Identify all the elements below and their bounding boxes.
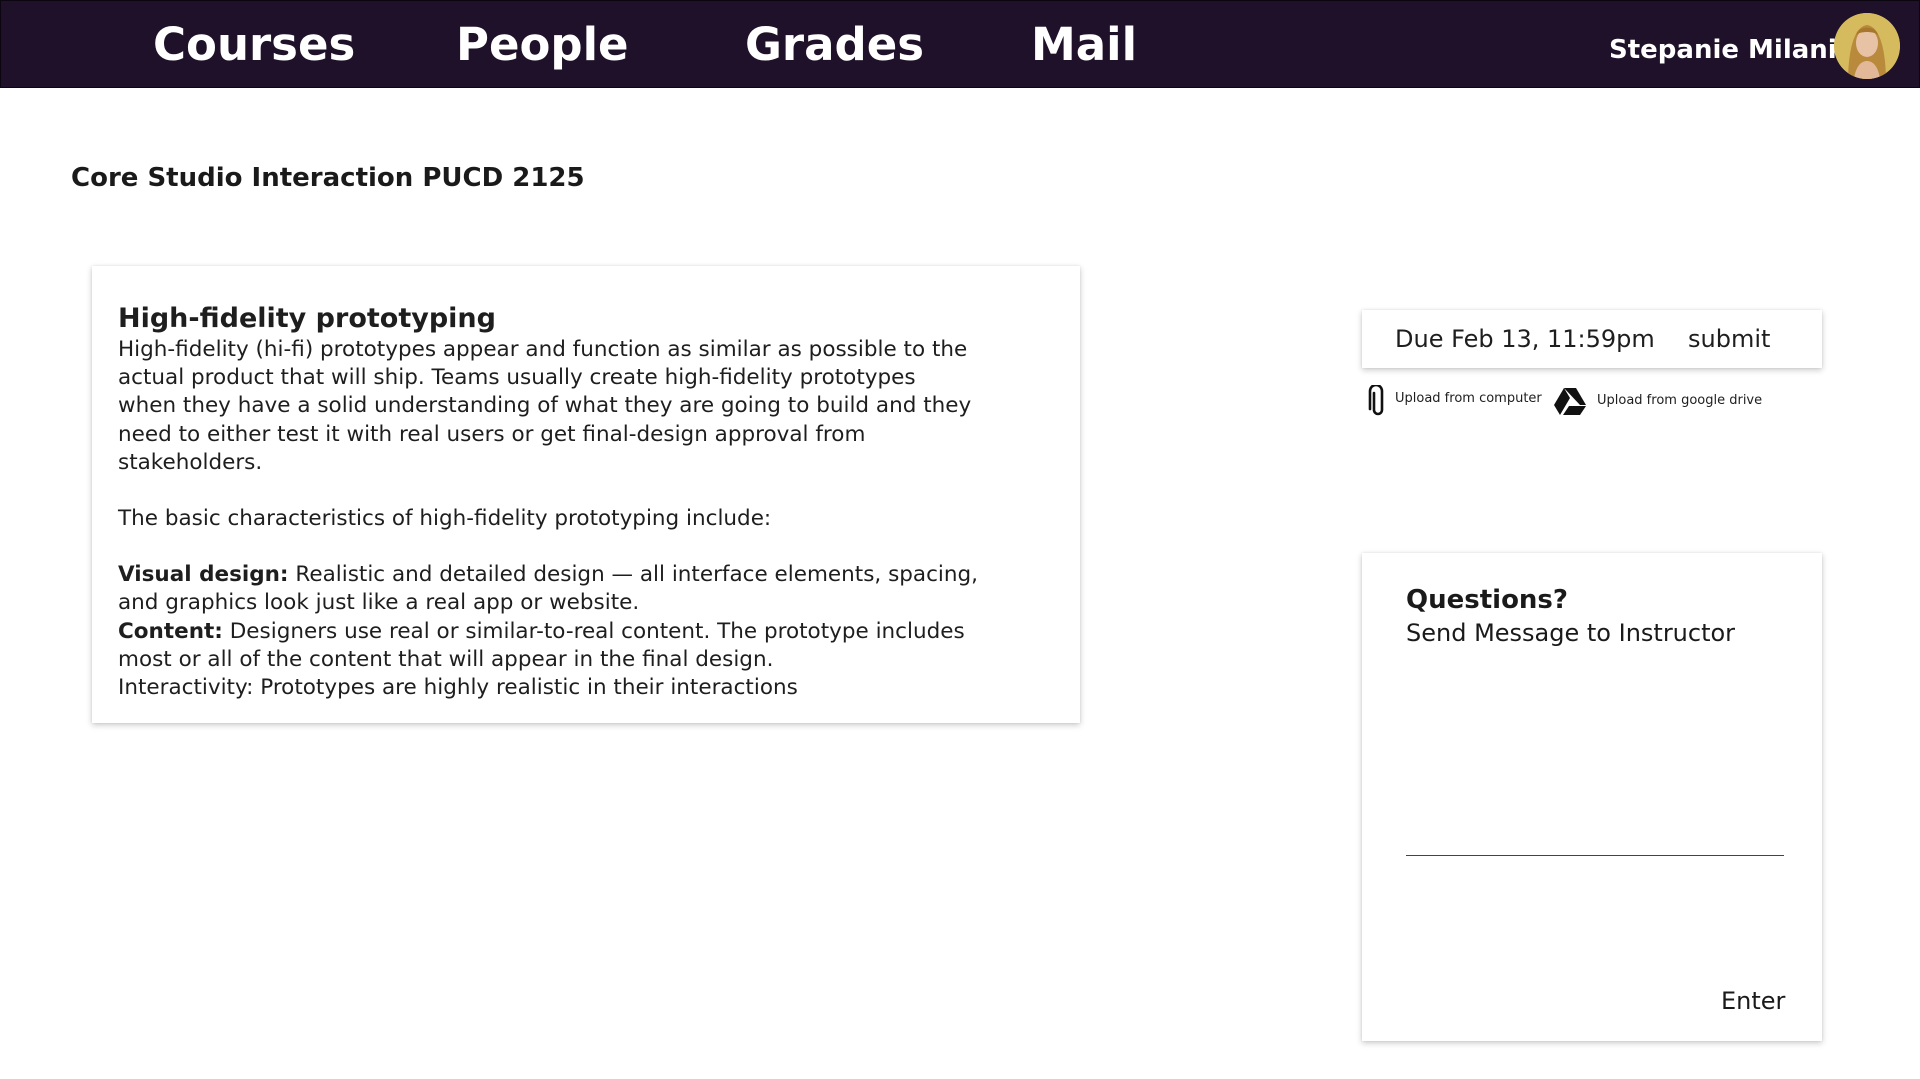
interactivity-paragraph: Interactivity: Prototypes are highly rea…: [118, 675, 798, 701]
lesson-intro: High-fidelity (hi-fi) prototypes appear …: [118, 337, 972, 475]
nav-item-people[interactable]: People: [456, 15, 629, 75]
upload-from-google-drive-button[interactable]: Upload from google drive: [1553, 386, 1763, 418]
user-name[interactable]: Stepanie Milani: [1609, 33, 1837, 67]
visual-design-label: Visual design:: [118, 562, 289, 588]
questions-card: Questions? Send Message to Instructor En…: [1362, 553, 1822, 1041]
questions-title: Questions?: [1406, 585, 1568, 615]
google-drive-icon: [1553, 386, 1587, 422]
due-date: Due Feb 13, 11:59pm: [1395, 325, 1655, 353]
upload-from-google-drive-label: Upload from google drive: [1597, 393, 1763, 408]
message-input[interactable]: [1406, 853, 1784, 856]
upload-from-computer-label: Upload from computer: [1395, 391, 1542, 406]
content-paragraph: Content: Designers use real or similar-t…: [118, 618, 998, 674]
upload-from-computer-button[interactable]: Upload from computer: [1367, 383, 1547, 417]
lesson-content: High-fidelity prototyping High-fidelity …: [118, 302, 1078, 702]
enter-button[interactable]: Enter: [1721, 986, 1785, 1016]
characteristics-intro: The basic characteristics of high-fideli…: [118, 506, 772, 532]
user-avatar-icon: [1834, 13, 1900, 79]
top-nav-bar: Courses People Grades Mail Stepanie Mila…: [0, 0, 1920, 88]
lesson-heading: High-fidelity prototyping: [118, 303, 496, 334]
paperclip-icon: [1367, 383, 1389, 423]
nav-item-grades[interactable]: Grades: [745, 15, 924, 75]
avatar[interactable]: [1834, 13, 1900, 79]
lesson-content-card: High-fidelity prototyping High-fidelity …: [92, 266, 1080, 723]
visual-design-paragraph: Visual design: Realistic and detailed de…: [118, 561, 998, 617]
content-label: Content:: [118, 618, 223, 644]
page-title: Core Studio Interaction PUCD 2125: [71, 163, 585, 193]
nav-item-courses[interactable]: Courses: [153, 15, 355, 75]
due-date-card: Due Feb 13, 11:59pm submit: [1362, 310, 1822, 368]
submit-button[interactable]: submit: [1688, 324, 1770, 354]
nav-item-mail[interactable]: Mail: [1031, 15, 1137, 75]
content-text: Designers use real or similar-to-real co…: [118, 618, 965, 672]
questions-subtitle: Send Message to Instructor: [1406, 619, 1736, 647]
